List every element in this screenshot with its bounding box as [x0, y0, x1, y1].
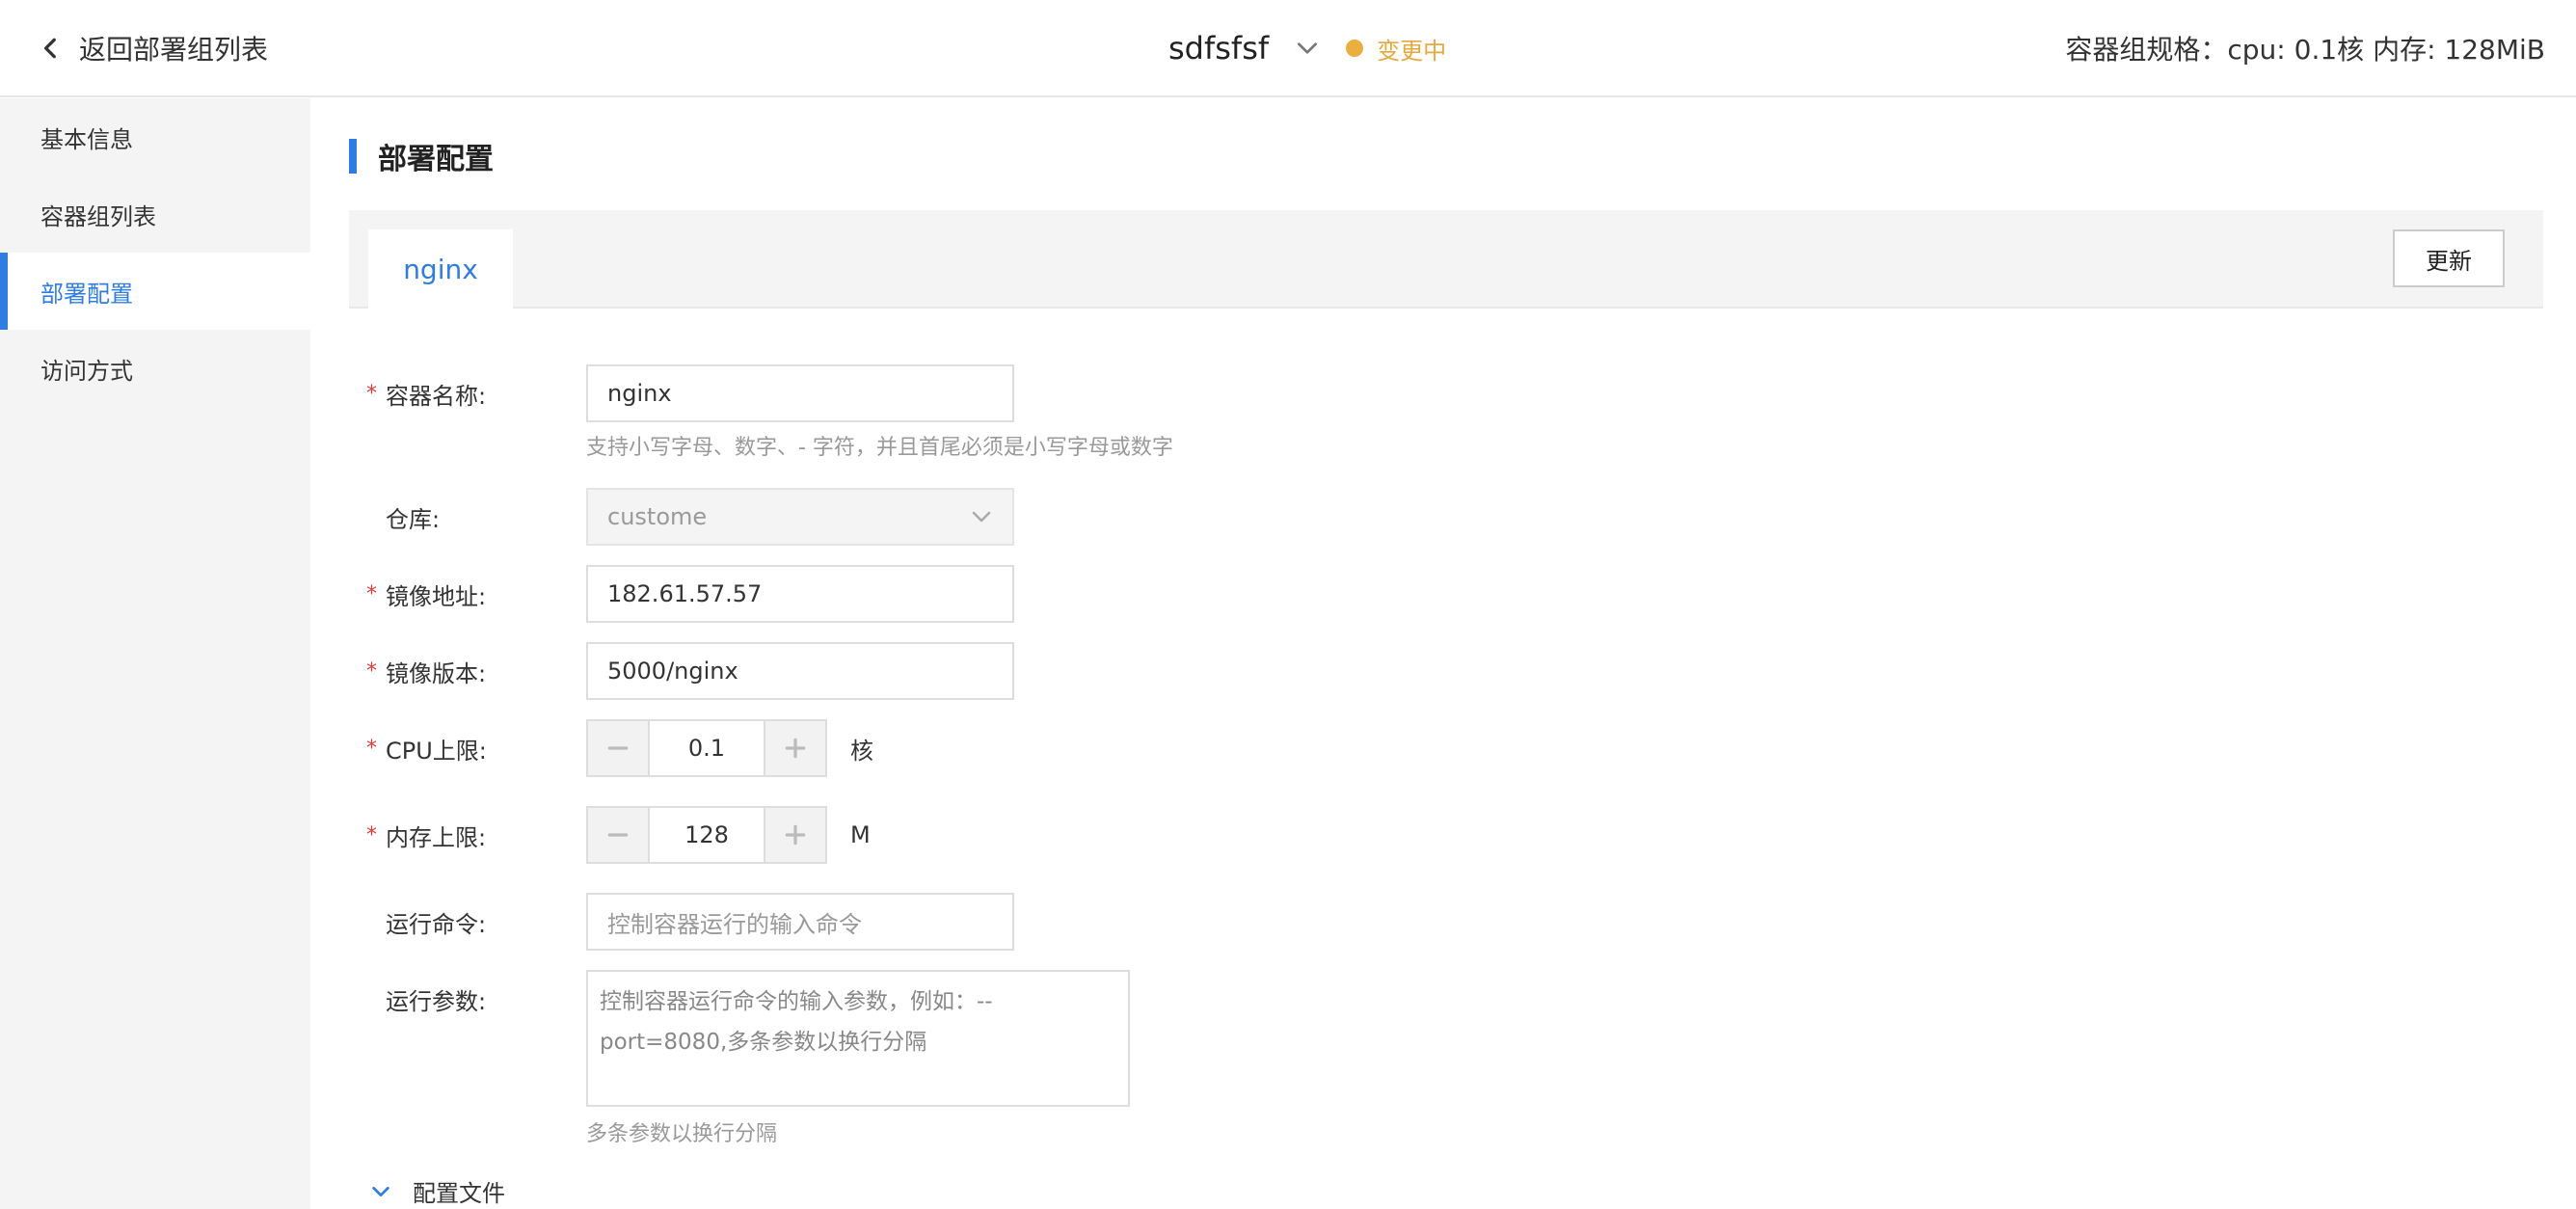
sidebar-item-access-method[interactable]: 访问方式: [0, 330, 310, 407]
page-title: sdfsfsf: [1168, 30, 1270, 67]
minus-icon: [607, 833, 629, 837]
cpu-decrement-button[interactable]: [588, 721, 648, 775]
sidebar-item-pod-list[interactable]: 容器组列表: [0, 175, 310, 253]
sidebar-item-deploy-config[interactable]: 部署配置: [0, 253, 310, 330]
container-name-hint: 支持小写字母、数字、- 字符，并且首尾必须是小写字母或数字: [586, 436, 1173, 460]
section-title-bar: [349, 139, 357, 174]
config-file-toggle[interactable]: 配置文件: [370, 1174, 505, 1208]
cpu-increment-button[interactable]: [765, 721, 825, 775]
chevron-down-icon[interactable]: [1294, 35, 1321, 62]
required-mark: *: [366, 381, 377, 406]
run-args-hint: 多条参数以换行分隔: [586, 1122, 778, 1146]
minus-icon: [607, 746, 629, 750]
update-button[interactable]: 更新: [2393, 229, 2505, 287]
container-name-label: * 容器名称:: [366, 381, 487, 410]
run-command-input[interactable]: 控制容器运行的输入命令: [586, 893, 1014, 951]
container-name-input[interactable]: nginx: [586, 364, 1014, 422]
memory-limit-label: * 内存上限:: [366, 822, 487, 851]
section-title: 部署配置: [349, 139, 494, 176]
top-header: 返回部署组列表 sdfsfsf 变更中 容器组规格：cpu: 0.1核 内存: …: [0, 0, 2576, 97]
status-badge: 变更中: [1346, 32, 1446, 66]
back-to-deploy-group-list[interactable]: 返回部署组列表: [39, 0, 268, 96]
memory-limit-input[interactable]: 128: [648, 808, 765, 862]
required-mark: *: [366, 658, 377, 684]
title-area: sdfsfsf 变更中: [1168, 0, 1446, 96]
cpu-limit-stepper: 0.1: [586, 719, 827, 777]
memory-limit-stepper: 128: [586, 806, 827, 864]
run-command-label: 运行命令:: [386, 910, 487, 938]
container-tabbar: nginx 更新: [349, 210, 2543, 309]
status-dot-icon: [1346, 40, 1364, 57]
chevron-left-icon: [43, 38, 56, 59]
cpu-unit: 核: [850, 737, 873, 765]
pod-spec-text: 容器组规格：cpu: 0.1核 内存: 128MiB: [2065, 34, 2545, 66]
back-label: 返回部署组列表: [79, 34, 269, 66]
image-address-label: * 镜像地址:: [366, 581, 487, 610]
cpu-limit-input[interactable]: 0.1: [648, 721, 765, 775]
sidebar-item-label: 部署配置: [40, 280, 133, 308]
sidebar: 基本信息 容器组列表 部署配置 访问方式: [0, 98, 310, 1209]
plus-icon: [785, 824, 806, 846]
plus-icon: [785, 738, 806, 759]
image-version-input[interactable]: 5000/nginx: [586, 642, 1014, 700]
config-file-label: 配置文件: [413, 1180, 505, 1207]
chevron-down-icon: [372, 1186, 389, 1196]
repo-select[interactable]: custome: [586, 488, 1014, 546]
memory-increment-button[interactable]: [765, 808, 825, 862]
section-title-text: 部署配置: [378, 143, 494, 176]
sidebar-item-basic-info[interactable]: 基本信息: [0, 98, 310, 175]
main-content: 部署配置 nginx 更新 * 容器名称: nginx 支持小写字母、数字、- …: [310, 98, 2576, 1209]
required-mark: *: [366, 581, 377, 606]
cpu-limit-label: * CPU上限:: [366, 736, 487, 765]
sidebar-item-label: 访问方式: [40, 357, 133, 385]
image-version-label: * 镜像版本:: [366, 658, 487, 687]
tab-nginx[interactable]: nginx: [368, 229, 513, 309]
run-args-textarea[interactable]: 控制容器运行命令的输入参数，例如：--port=8080,多条参数以换行分隔: [586, 970, 1130, 1107]
status-text: 变更中: [1377, 37, 1447, 65]
sidebar-item-label: 容器组列表: [40, 202, 156, 230]
required-mark: *: [366, 822, 377, 847]
run-args-label: 运行参数:: [386, 987, 487, 1015]
memory-unit: M: [850, 821, 871, 848]
memory-decrement-button[interactable]: [588, 808, 648, 862]
required-mark: *: [366, 736, 377, 761]
repo-label: 仓库:: [386, 505, 441, 533]
image-address-input[interactable]: 182.61.57.57: [586, 565, 1014, 623]
sidebar-item-label: 基本信息: [40, 125, 133, 153]
chevron-down-icon: [972, 511, 991, 523]
